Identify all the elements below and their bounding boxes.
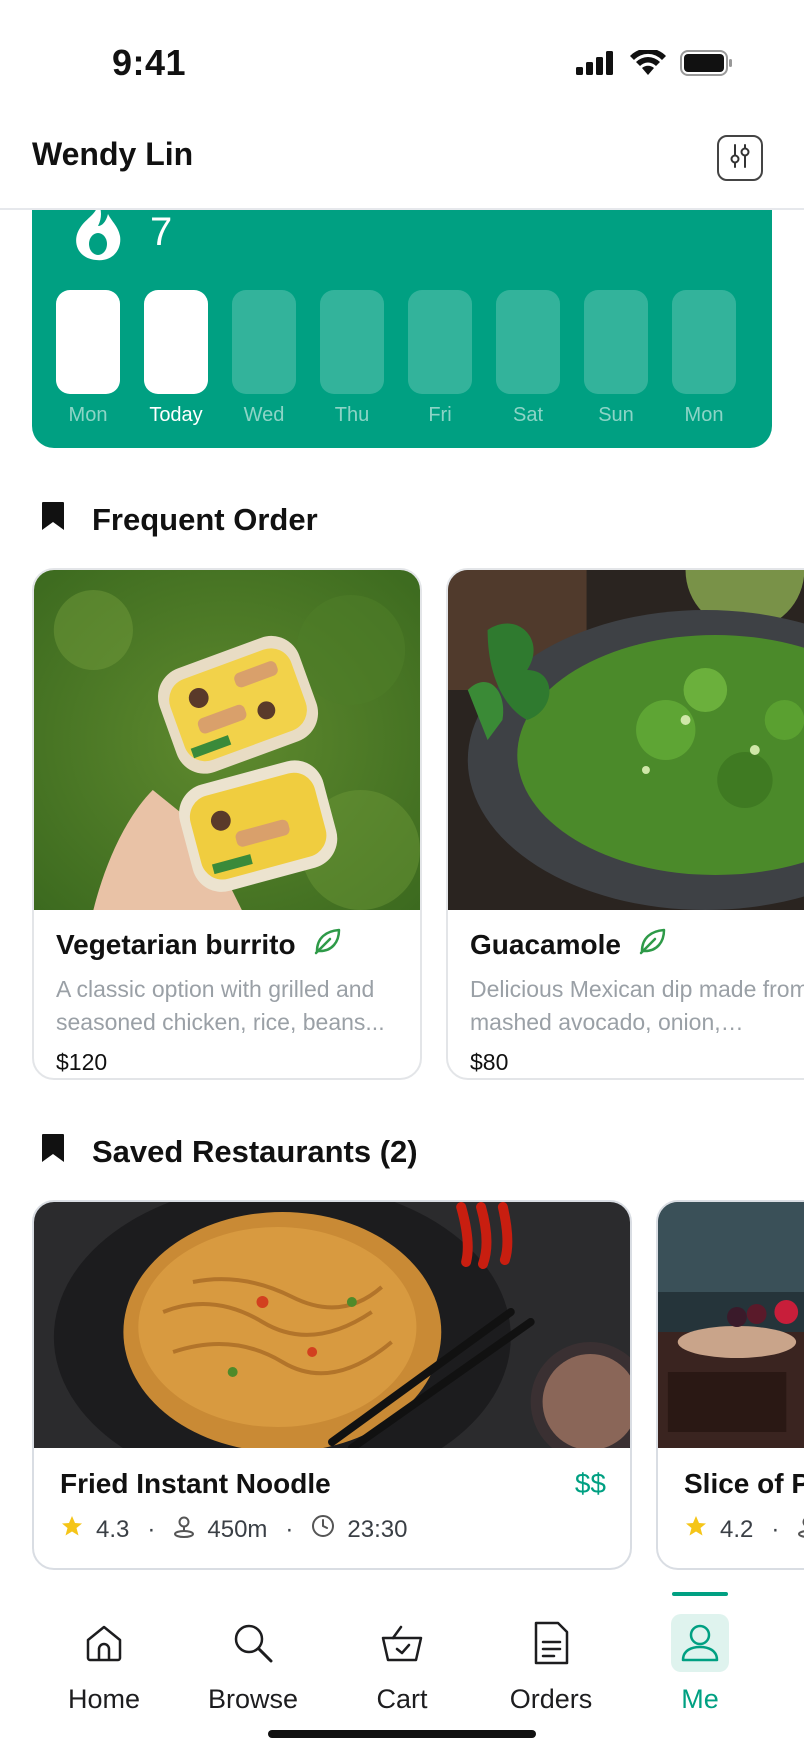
tab-browse[interactable]: Browse: [178, 1590, 328, 1720]
streak-day: Fri: [408, 290, 472, 427]
streak-day-box: [584, 290, 648, 394]
tab-me[interactable]: Me: [625, 1590, 775, 1720]
food-description: Delicious Mexican dip made from mashed a…: [470, 976, 804, 1035]
burrito-image: [34, 570, 420, 910]
restaurant-name: Slice of P: [684, 1468, 804, 1499]
streak-day-label: Mon: [684, 404, 724, 426]
streak-day-box: [672, 290, 736, 394]
streak-day-label: Today: [149, 404, 203, 426]
cellular-signal-icon: [576, 51, 616, 79]
settings-sliders-icon: [726, 142, 754, 174]
restaurant-card-slice-of-p[interactable]: Slice of P 4.2 ·: [656, 1200, 804, 1570]
guacamole-image: [448, 570, 804, 910]
streak-day: Sun: [584, 290, 648, 427]
saved-restaurants-title: Saved Restaurants (2): [92, 1134, 418, 1169]
food-card-vegetarian-burrito[interactable]: Vegetarian burrito A classic option with…: [32, 568, 422, 1080]
status-bar: 9:41: [0, 0, 804, 110]
streak-day: Thu: [320, 290, 384, 427]
tab-home[interactable]: Home: [29, 1590, 179, 1720]
flame-icon: [68, 200, 124, 268]
restaurant-meta: 4.2 ·: [684, 1514, 804, 1545]
streak-day-box: [232, 290, 296, 394]
frequent-order-title: Frequent Order: [92, 502, 318, 537]
preferences-button[interactable]: [717, 135, 763, 181]
restaurant-time: 23:30: [347, 1515, 408, 1543]
user-name-title: Wendy Lin: [32, 136, 194, 172]
basket-icon: [373, 1614, 431, 1672]
tab-label: Cart: [376, 1684, 428, 1714]
restaurant-distance: 450m: [207, 1515, 268, 1543]
location-pin-icon: [173, 1514, 195, 1545]
star-icon: [684, 1514, 708, 1545]
streak-day-label: Fri: [428, 404, 452, 426]
streak-days-row: Mon Today Wed Thu Fri Sat Sun Mon: [56, 290, 772, 427]
status-time: 9:41: [112, 42, 187, 83]
frequent-order-section-title: Frequent Order: [40, 500, 318, 540]
user-icon: [671, 1614, 729, 1672]
food-name: Vegetarian burrito: [56, 928, 296, 960]
streak-count: 7: [150, 210, 173, 254]
restaurant-rating: 4.2: [720, 1515, 754, 1543]
food-description: A classic option with grilled and season…: [56, 976, 385, 1035]
food-card-guacamole[interactable]: Guacamole Delicious Mexican dip made fro…: [446, 568, 804, 1080]
separator-dot: ·: [147, 1515, 156, 1543]
food-price: $120: [56, 1049, 108, 1075]
dessert-image: [658, 1202, 804, 1448]
streak-day-box: [56, 290, 120, 394]
streak-day: Sat: [496, 290, 560, 427]
restaurant-meta: 4.3 · 450m · 23:30: [60, 1514, 604, 1545]
streak-day-label: Mon: [68, 404, 108, 426]
vegetarian-leaf-icon: [637, 926, 667, 963]
streak-day-label: Sat: [512, 404, 544, 426]
home-icon: [75, 1614, 133, 1672]
wifi-icon: [630, 48, 666, 80]
streak-day-label: Thu: [334, 404, 370, 426]
streak-day-label: Sun: [598, 404, 634, 426]
restaurant-price-level: $$: [574, 1468, 606, 1499]
restaurant-rating: 4.3: [96, 1515, 130, 1543]
streak-day-label: Wed: [243, 404, 285, 426]
active-tab-indicator: [672, 1592, 728, 1596]
star-icon: [60, 1514, 84, 1545]
location-pin-icon: [797, 1514, 804, 1545]
separator-dot: ·: [771, 1515, 780, 1543]
bookmark-icon: [40, 1132, 66, 1172]
streak-day-box: [144, 290, 208, 394]
saved-restaurants-section-title: Saved Restaurants (2): [40, 1132, 418, 1172]
noodle-image: [34, 1202, 630, 1448]
streak-day: Mon: [56, 290, 120, 427]
home-indicator: [268, 1730, 536, 1738]
streak-day-box: [496, 290, 560, 394]
clock-icon: [311, 1514, 335, 1545]
tab-orders[interactable]: Orders: [476, 1590, 626, 1720]
streak-day-box: [408, 290, 472, 394]
tab-label: Browse: [207, 1684, 299, 1714]
food-price: $80: [470, 1049, 509, 1075]
separator-dot: ·: [285, 1515, 294, 1543]
tab-label: Me: [681, 1684, 719, 1714]
page-header: Wendy Lin: [0, 110, 804, 210]
streak-day: Mon: [672, 290, 736, 427]
streak-day-box: [320, 290, 384, 394]
streak-day: Today: [144, 290, 208, 427]
restaurant-card-fried-instant-noodle[interactable]: Fried Instant Noodle $$ 4.3 · 450m · 23:…: [32, 1200, 632, 1570]
profile-screen: 9:41 Wendy Lin 7 Mon Today Wed Thu Fri S…: [0, 0, 804, 1748]
bookmark-icon: [40, 500, 66, 540]
vegetarian-leaf-icon: [312, 926, 342, 963]
tab-label: Home: [67, 1684, 141, 1714]
battery-icon: [680, 50, 734, 80]
tab-cart[interactable]: Cart: [327, 1590, 477, 1720]
restaurant-name: Fried Instant Noodle: [60, 1468, 331, 1499]
bottom-tab-bar: Home Browse Cart Orders Me: [0, 1590, 804, 1748]
document-icon: [522, 1614, 580, 1672]
tab-label: Orders: [509, 1684, 593, 1714]
streak-day: Wed: [232, 290, 296, 427]
food-name: Guacamole: [470, 928, 621, 960]
status-icons: [576, 48, 734, 80]
search-icon: [224, 1614, 282, 1672]
